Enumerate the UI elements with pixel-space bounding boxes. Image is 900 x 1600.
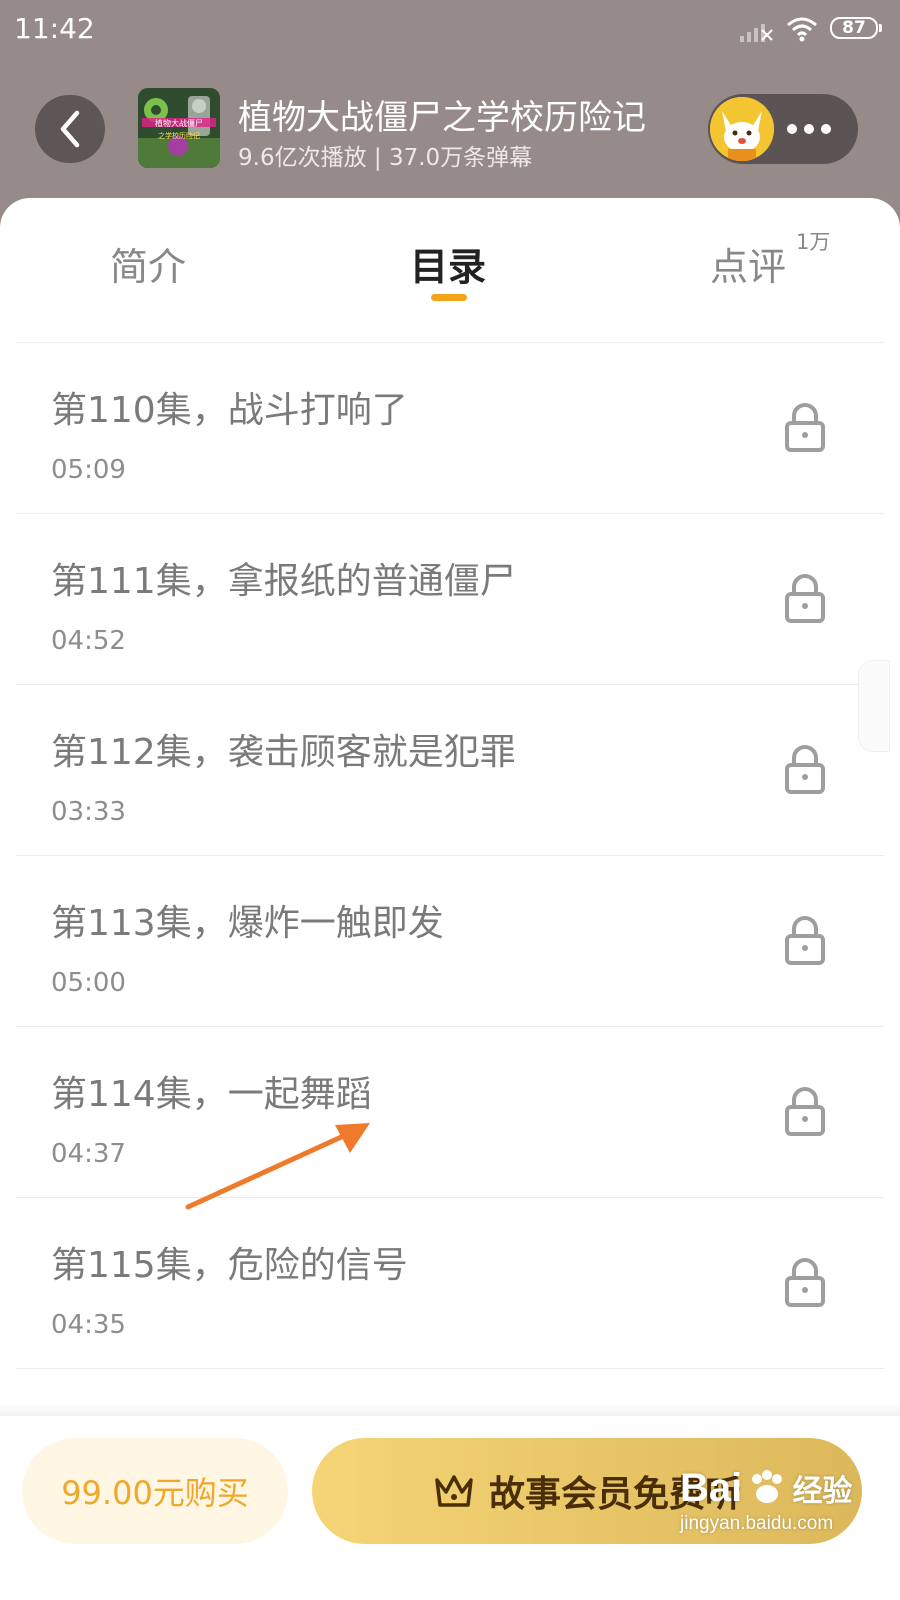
lock-icon bbox=[783, 1085, 827, 1141]
baidu-watermark: Bai 经验 jingyan.baidu.com bbox=[680, 1468, 852, 1533]
episode-duration: 04:35 bbox=[51, 1310, 126, 1340]
episode-row[interactable]: 第115集，危险的信号 04:35 bbox=[16, 1197, 884, 1368]
watermark-url: jingyan.baidu.com bbox=[680, 1513, 834, 1534]
episode-title: 第110集，战斗打响了 bbox=[51, 390, 408, 431]
episode-title: 第113集，爆炸一触即发 bbox=[51, 903, 444, 944]
episode-title: 第112集，袭击顾客就是犯罪 bbox=[51, 732, 516, 773]
content-sheet: 简介 目录 点评 1万 第110集，战斗打响了 05:09 第111集，拿报纸的… bbox=[0, 198, 900, 1600]
lock-icon bbox=[783, 1256, 827, 1312]
lock-icon bbox=[783, 401, 827, 457]
buy-button[interactable]: 99.00元购买 bbox=[22, 1438, 288, 1544]
status-bar: 11:42 87 bbox=[0, 0, 900, 60]
tab-intro[interactable]: 简介 bbox=[110, 236, 186, 291]
episode-duration: 05:09 bbox=[51, 455, 126, 485]
side-scroll-handle[interactable] bbox=[858, 660, 890, 752]
tab-catalog[interactable]: 目录 bbox=[410, 236, 486, 291]
lock-icon bbox=[783, 743, 827, 799]
mascot-avatar[interactable] bbox=[710, 97, 774, 161]
battery-indicator: 87 bbox=[830, 17, 882, 39]
episode-row[interactable]: 第113集，爆炸一触即发 05:00 bbox=[16, 855, 884, 1026]
chevron-left-icon bbox=[60, 110, 80, 148]
episode-duration: 05:00 bbox=[51, 968, 126, 998]
more-dots-icon[interactable] bbox=[786, 116, 832, 146]
episode-row[interactable]: 第111集，拿报纸的普通僵尸 04:52 bbox=[16, 513, 884, 684]
episode-row[interactable]: 第112集，袭击顾客就是犯罪 03:33 bbox=[16, 684, 884, 855]
episode-row[interactable]: 第114集，一起舞蹈 04:37 bbox=[16, 1026, 884, 1197]
wifi-icon bbox=[786, 16, 818, 46]
lock-icon bbox=[783, 914, 827, 970]
album-title: 植物大战僵尸之学校历险记 bbox=[238, 98, 646, 138]
episode-title: 第111集，拿报纸的普通僵尸 bbox=[51, 561, 516, 602]
bottom-shadow bbox=[0, 1404, 900, 1416]
signal-icon bbox=[740, 20, 774, 46]
cover-title-text: 植物大战僵尸 bbox=[155, 118, 203, 128]
album-stats: 9.6亿次播放 | 37.0万条弹幕 bbox=[238, 145, 533, 171]
episode-duration: 03:33 bbox=[51, 797, 126, 827]
crown-icon bbox=[433, 1472, 475, 1510]
episode-title: 第115集，危险的信号 bbox=[51, 1245, 408, 1286]
paw-icon bbox=[752, 1470, 783, 1503]
tab-active-indicator bbox=[431, 294, 467, 301]
cover-subtitle-text: 之学校历险记 bbox=[158, 131, 200, 140]
header-actions bbox=[708, 94, 858, 164]
status-time: 11:42 bbox=[14, 12, 95, 45]
annotation-arrow bbox=[185, 1123, 370, 1210]
tab-review[interactable]: 点评 bbox=[710, 236, 786, 291]
watermark-suffix: 经验 bbox=[792, 1474, 853, 1509]
back-button[interactable] bbox=[35, 95, 105, 163]
episode-row[interactable]: 第110集，战斗打响了 05:09 bbox=[16, 342, 884, 513]
episode-title: 第114集，一起舞蹈 bbox=[51, 1074, 372, 1115]
episode-duration: 04:37 bbox=[51, 1139, 126, 1169]
review-count-badge: 1万 bbox=[796, 230, 831, 254]
watermark-brand: Bai bbox=[680, 1466, 743, 1510]
lock-icon bbox=[783, 572, 827, 628]
episode-list: 第110集，战斗打响了 05:09 第111集，拿报纸的普通僵尸 04:52 第… bbox=[16, 342, 884, 1398]
episode-duration: 04:52 bbox=[51, 626, 126, 656]
episode-row-partial bbox=[16, 1368, 884, 1398]
album-cover: 植物大战僵尸 之学校历险记 bbox=[138, 88, 220, 168]
